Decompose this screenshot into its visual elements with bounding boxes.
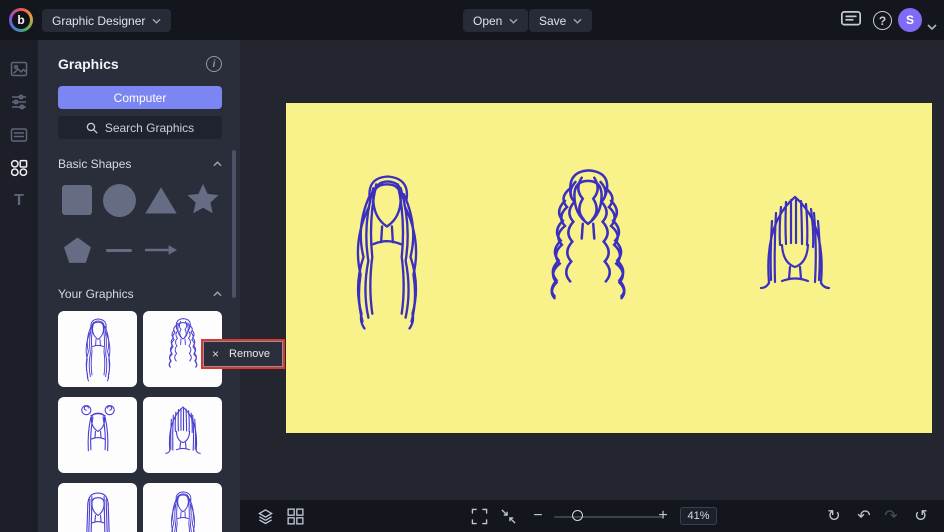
- undo-button[interactable]: ↶: [854, 500, 874, 532]
- chevron-up-icon: [213, 161, 222, 167]
- help-button[interactable]: ?: [873, 11, 892, 30]
- shapes-row-2: [58, 231, 222, 269]
- panel-title: Graphics: [58, 56, 119, 72]
- grid-view-button[interactable]: [286, 507, 304, 525]
- redo-button[interactable]: ↷: [881, 500, 901, 532]
- grid-icon: [287, 508, 304, 525]
- shape-circle[interactable]: [100, 181, 138, 219]
- shape-arrow[interactable]: [142, 231, 180, 269]
- long-wavy-hair-drawing: [162, 488, 204, 532]
- your-graphics-title: Your Graphics: [58, 287, 134, 301]
- fit-screen-icon: [500, 508, 517, 525]
- bottom-toolbar: − + 41% ↻ ↶ ↷ ↺: [240, 500, 944, 532]
- search-graphics-label: Search Graphics: [105, 121, 194, 135]
- layouts-icon: [10, 126, 28, 144]
- chevron-down-icon: [573, 18, 582, 24]
- rail-item-layouts[interactable]: [0, 118, 38, 151]
- account-avatar[interactable]: S: [898, 8, 922, 32]
- shape-pentagon[interactable]: [58, 231, 96, 269]
- tool-rail: T: [0, 40, 38, 532]
- shape-line[interactable]: [100, 231, 138, 269]
- close-icon[interactable]: ×: [212, 348, 219, 360]
- rail-item-image[interactable]: [0, 52, 38, 85]
- layers-button[interactable]: [256, 507, 274, 525]
- computer-upload-button[interactable]: Computer: [58, 86, 222, 109]
- basic-shapes-title: Basic Shapes: [58, 157, 131, 171]
- history-button[interactable]: ↺: [911, 500, 931, 532]
- info-icon[interactable]: i: [206, 56, 222, 72]
- zoom-slider-knob[interactable]: [572, 510, 583, 521]
- fullscreen-icon: [471, 508, 488, 525]
- your-graphics-section-toggle[interactable]: Your Graphics: [58, 287, 222, 301]
- info-glyph: i: [213, 59, 216, 70]
- open-label: Open: [473, 14, 502, 28]
- zoom-in-button[interactable]: +: [653, 500, 673, 532]
- app-mode-label: Graphic Designer: [52, 14, 145, 28]
- reset-button[interactable]: ↻: [824, 500, 844, 532]
- panel-header: Graphics i: [58, 56, 222, 72]
- wavy-hair-drawing: [77, 315, 119, 383]
- rail-item-graphics[interactable]: [0, 151, 38, 184]
- sliders-icon: [10, 93, 28, 111]
- straight-hair-drawing: [72, 488, 124, 532]
- zoom-percentage-field[interactable]: 41%: [680, 507, 717, 525]
- workspace: − + 41% ↻ ↶ ↷ ↺: [240, 40, 944, 532]
- graphics-icon: [10, 159, 28, 177]
- rail-item-adjust[interactable]: [0, 85, 38, 118]
- graphic-thumbnail-straight-hair[interactable]: [58, 483, 137, 532]
- save-menu-button[interactable]: Save: [529, 9, 592, 32]
- search-icon: [86, 122, 98, 134]
- graphics-panel: Graphics i Computer Search Graphics Basi…: [38, 40, 240, 532]
- feedback-button[interactable]: [840, 9, 862, 31]
- chevron-down-icon: [927, 24, 937, 30]
- design-canvas[interactable]: [286, 103, 932, 433]
- curly-hair-drawing: [162, 315, 204, 383]
- help-icon: ?: [879, 14, 886, 28]
- canvas-object-bob-hair[interactable]: [732, 187, 858, 317]
- open-menu-button[interactable]: Open: [463, 9, 528, 32]
- graphic-thumbnail-wavy-hair[interactable]: [58, 311, 137, 387]
- panel-scrollbar[interactable]: [232, 150, 236, 298]
- space-buns-hair-drawing: [72, 402, 124, 468]
- shapes-row-1: [58, 181, 222, 219]
- your-graphics-grid: [58, 311, 222, 532]
- image-icon: [10, 60, 28, 78]
- chevron-down-icon: [152, 18, 161, 24]
- search-graphics-button[interactable]: Search Graphics: [58, 116, 222, 139]
- account-menu-toggle[interactable]: [927, 17, 937, 23]
- rail-item-text[interactable]: T: [0, 184, 38, 217]
- remove-menu-item[interactable]: Remove: [229, 348, 270, 360]
- chevron-up-icon: [213, 291, 222, 297]
- graphic-thumbnail-buns-hair[interactable]: [58, 397, 137, 473]
- avatar-initial: S: [906, 13, 914, 27]
- top-toolbar: b Graphic Designer Open Save ? S: [0, 0, 944, 40]
- bob-bangs-hair-drawing: [157, 402, 209, 468]
- shapes-spacer: [184, 231, 222, 269]
- graphic-thumbnail-long-wavy-hair[interactable]: [143, 483, 222, 532]
- canvas-object-curly-hair[interactable]: [512, 161, 664, 339]
- graphic-thumbnail-bob-hair[interactable]: [143, 397, 222, 473]
- shape-triangle[interactable]: [142, 181, 180, 219]
- layers-icon: [257, 508, 274, 525]
- fullscreen-button[interactable]: [470, 507, 488, 525]
- fit-to-screen-button[interactable]: [499, 507, 517, 525]
- shape-square[interactable]: [58, 181, 96, 219]
- logo-letter: b: [12, 11, 30, 29]
- befunky-logo[interactable]: b: [9, 8, 33, 32]
- chat-icon: [840, 10, 862, 30]
- canvas-object-wavy-hair[interactable]: [338, 163, 436, 337]
- save-label: Save: [539, 14, 566, 28]
- basic-shapes-section-toggle[interactable]: Basic Shapes: [58, 157, 222, 171]
- remove-context-menu: × Remove: [203, 341, 283, 367]
- shape-star[interactable]: [184, 181, 222, 219]
- graphic-designer-app: b Graphic Designer Open Save ? S: [0, 0, 944, 532]
- zoom-out-button[interactable]: −: [528, 500, 548, 532]
- text-tool-icon: T: [14, 192, 24, 210]
- chevron-down-icon: [509, 18, 518, 24]
- app-mode-menu[interactable]: Graphic Designer: [42, 9, 171, 32]
- zoom-slider-track[interactable]: [554, 516, 664, 518]
